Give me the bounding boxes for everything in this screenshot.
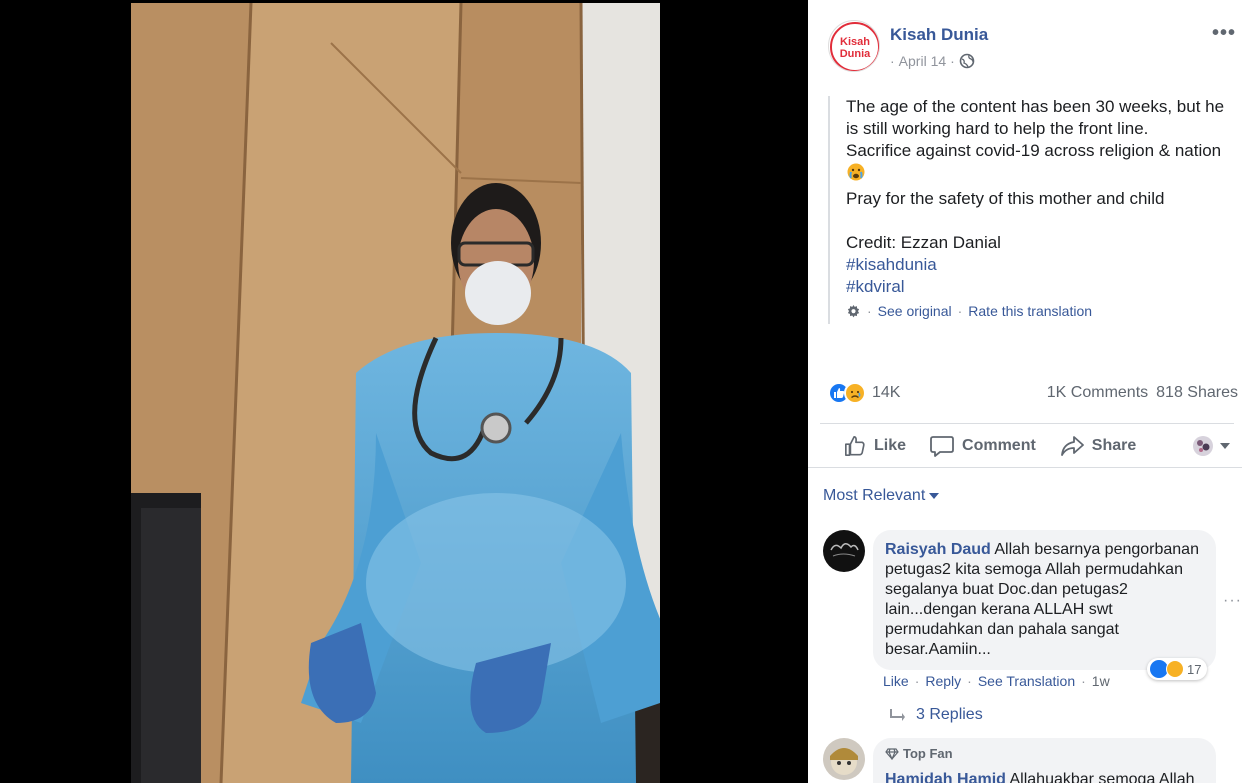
comment-line-1: Hamidah Hamid Allahuakbar semoga Allah: [885, 770, 1204, 783]
dot-separator: ·: [967, 673, 972, 689]
sort-label: Most Relevant: [823, 487, 926, 504]
diamond-icon: [885, 748, 899, 760]
post-text-line: is still working hard to help the front …: [846, 119, 1149, 138]
comment-options-button[interactable]: ···: [1223, 592, 1242, 610]
comment-line-1: Raisyah Daud Allah besarnya pengorbanan: [885, 540, 1204, 560]
photo-illustration: [131, 3, 660, 783]
share-icon: [1060, 435, 1084, 456]
reaction-icons[interactable]: [828, 382, 866, 404]
more-options-button[interactable]: •••: [1212, 22, 1236, 45]
photo-viewer: [0, 0, 808, 783]
post-panel: Kisah Dunia Kisah Dunia · April 14 · •••…: [808, 0, 1242, 783]
reply-arrow-icon: [890, 709, 905, 721]
dot-separator: ·: [914, 673, 920, 689]
see-original-link[interactable]: See original: [878, 300, 952, 322]
comment-like-link[interactable]: Like: [883, 673, 909, 689]
logo-text-kisah: Kisah: [840, 36, 870, 48]
share-label: Share: [1091, 436, 1137, 454]
profile-avatar-icon: [1193, 435, 1213, 456]
translation-separator: ·: [957, 303, 963, 319]
avatar-image: [823, 530, 865, 572]
post-header: Kisah Dunia Kisah Dunia · April 14 · •••: [808, 0, 1242, 90]
translation-separator: ·: [867, 303, 872, 319]
comment-text: lain...dengan kerana ALLAH swt: [885, 601, 1113, 618]
sad-reaction-icon: [1166, 660, 1184, 678]
crying-face-emoji-icon: [847, 163, 865, 181]
sad-face-icon: [850, 390, 861, 399]
hashtag-link[interactable]: #kisahdunia: [846, 254, 1242, 276]
thumbs-up-icon: [845, 435, 865, 456]
top-fan-badge: Top Fan: [885, 744, 1204, 764]
post-meta: · April 14 ·: [890, 53, 975, 69]
reaction-count[interactable]: 14K: [872, 384, 900, 402]
post-stats: 1K Comments 818 Shares: [1047, 384, 1238, 402]
comment-icon: [930, 435, 954, 457]
comment-label: Comment: [962, 436, 1036, 454]
caret-down-icon: [929, 493, 940, 499]
translation-row: · See original · Rate this translation: [846, 300, 1242, 322]
comments-count-link[interactable]: 1K Comments: [1047, 384, 1148, 402]
post-date[interactable]: April 14: [899, 53, 946, 69]
comment-text: segalanya buat Doc.dan petugas2: [885, 581, 1128, 598]
post-text-line: Pray for the safety of this mother and c…: [846, 189, 1165, 208]
see-translation-link[interactable]: See Translation: [978, 673, 1075, 689]
comment-bubble: Top Fan Hamidah Hamid Allahuakbar semoga…: [873, 738, 1216, 783]
shares-count-link[interactable]: 818 Shares: [1156, 384, 1238, 402]
kisah-dunia-logo: Kisah Dunia: [830, 22, 879, 71]
comment-author-link[interactable]: Raisyah Daud: [885, 541, 991, 558]
comment-text: besar.Aamiin...: [885, 641, 991, 658]
commenter-avatar[interactable]: [823, 738, 865, 780]
gear-icon[interactable]: [846, 304, 861, 319]
hashtag-link[interactable]: #kdviral: [846, 276, 1242, 298]
comment-actions: Like · Reply · See Translation · 1w: [883, 673, 1110, 689]
comment-reply-link[interactable]: Reply: [925, 673, 961, 689]
comment-author-link[interactable]: Hamidah Hamid: [885, 771, 1006, 783]
comment-reactions[interactable]: 17: [1147, 658, 1208, 680]
meta-separator: ·: [950, 53, 955, 69]
chevron-down-icon: [1220, 442, 1230, 449]
rate-translation-link[interactable]: Rate this translation: [968, 300, 1092, 322]
replies-count: 3 Replies: [916, 706, 983, 723]
dot-separator: ·: [1081, 673, 1086, 689]
like-label: Like: [874, 436, 907, 454]
page-avatar[interactable]: Kisah Dunia: [828, 20, 880, 72]
comment-bubble: Raisyah Daud Allah besarnya pengorbanan …: [873, 530, 1216, 670]
avatar-image: [823, 738, 865, 780]
comment-button[interactable]: Comment: [918, 424, 1048, 468]
meta-separator: ·: [890, 53, 895, 69]
post-text-line: Sacrifice against covid-19 across religi…: [846, 141, 1222, 160]
react-as-selector[interactable]: [1192, 435, 1234, 457]
post-credit: Credit: Ezzan Danial: [846, 233, 1001, 252]
globe-icon: [959, 53, 975, 69]
sad-reaction-icon: [844, 382, 866, 404]
crying-emoji-line: [846, 162, 1242, 188]
comment-text: permudahkan dan pahala sangat: [885, 621, 1119, 638]
comment-text: Allahuakbar semoga Allah: [1009, 771, 1195, 783]
post-photo[interactable]: [131, 3, 660, 783]
post-text-line: The age of the content has been 30 weeks…: [846, 97, 1225, 116]
like-button[interactable]: Like: [834, 424, 918, 468]
logo-text-dunia: Dunia: [840, 48, 871, 60]
commenter-avatar[interactable]: [823, 530, 865, 572]
comments-section: Most Relevant Raisyah Daud Allah besarny…: [808, 467, 1242, 783]
comment-text: petugas2 kita semoga Allah permudahkan: [885, 561, 1183, 578]
top-fan-label: Top Fan: [903, 746, 953, 761]
comment-reaction-count: 17: [1187, 661, 1202, 677]
view-replies-link[interactable]: 3 Replies: [890, 706, 983, 724]
comment-time[interactable]: 1w: [1092, 673, 1110, 689]
post-text: The age of the content has been 30 weeks…: [828, 96, 1242, 324]
post-actions: Like Comment Share: [820, 423, 1234, 467]
reactions-bar: 14K 1K Comments 818 Shares: [828, 380, 1238, 406]
share-button[interactable]: Share: [1048, 424, 1148, 468]
comment-text: Allah besarnya pengorbanan: [994, 541, 1199, 558]
post-text-spacer: [846, 210, 1242, 232]
page-name-link[interactable]: Kisah Dunia: [890, 25, 988, 45]
comment-sort-dropdown[interactable]: Most Relevant: [823, 487, 940, 505]
